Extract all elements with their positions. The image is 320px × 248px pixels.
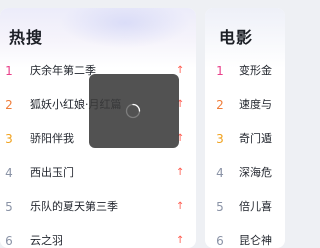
item-title: 速度与 <box>239 98 272 111</box>
movie-list-item[interactable]: 3 奇门遁 <box>205 122 285 156</box>
item-title: 骄阳伴我 <box>30 132 74 145</box>
item-title: 深海危 <box>239 166 272 179</box>
rank-number: 6 <box>216 234 224 248</box>
rank-number: 1 <box>216 64 224 78</box>
item-title: 庆余年第二季 <box>30 64 96 77</box>
hot-list-item[interactable]: 5 乐队的夏天第三季 ↑ <box>0 190 196 224</box>
movie-list-item[interactable]: 1 变形金 <box>205 54 285 88</box>
item-title: 云之羽 <box>30 234 63 247</box>
rank-number: 4 <box>216 166 224 180</box>
movie-list-item[interactable]: 4 深海危 <box>205 156 285 190</box>
rank-number: 5 <box>216 200 224 214</box>
item-title: 昆仑神 <box>239 234 272 247</box>
hot-list-item[interactable]: 6 云之羽 ↑ <box>0 224 196 248</box>
rank-number: 1 <box>5 64 13 78</box>
arrow-up-icon: ↑ <box>176 167 185 178</box>
item-title: 乐队的夏天第三季 <box>30 200 118 213</box>
rank-number: 3 <box>216 132 224 146</box>
movie-list: 1 变形金 2 速度与 3 奇门遁 4 深海危 5 倍儿喜 6 昆仑神 <box>205 54 285 248</box>
arrow-up-icon: ↑ <box>176 201 185 212</box>
loading-toast <box>89 74 179 148</box>
rank-number: 5 <box>5 200 13 214</box>
arrow-up-icon: ↑ <box>176 235 185 246</box>
movie-title: 电影 <box>219 28 254 47</box>
rank-number: 3 <box>5 132 13 146</box>
item-title: 倍儿喜 <box>239 200 272 213</box>
hot-list-item[interactable]: 4 西出玉门 ↑ <box>0 156 196 190</box>
rank-number: 6 <box>5 234 13 248</box>
loading-spinner-icon <box>125 103 141 119</box>
item-title: 奇门遁 <box>239 132 272 145</box>
movie-list-item[interactable]: 6 昆仑神 <box>205 224 285 248</box>
rank-number: 4 <box>5 166 13 180</box>
movie-list-item[interactable]: 2 速度与 <box>205 88 285 122</box>
item-title: 变形金 <box>239 64 272 77</box>
rank-number: 2 <box>216 98 224 112</box>
item-title: 西出玉门 <box>30 166 74 179</box>
hot-search-title: 热搜 <box>9 28 44 47</box>
movie-card: 电影 1 变形金 2 速度与 3 奇门遁 4 深海危 5 倍儿喜 6 昆仑神 <box>205 8 285 248</box>
rank-number: 2 <box>5 98 13 112</box>
movie-list-item[interactable]: 5 倍儿喜 <box>205 190 285 224</box>
